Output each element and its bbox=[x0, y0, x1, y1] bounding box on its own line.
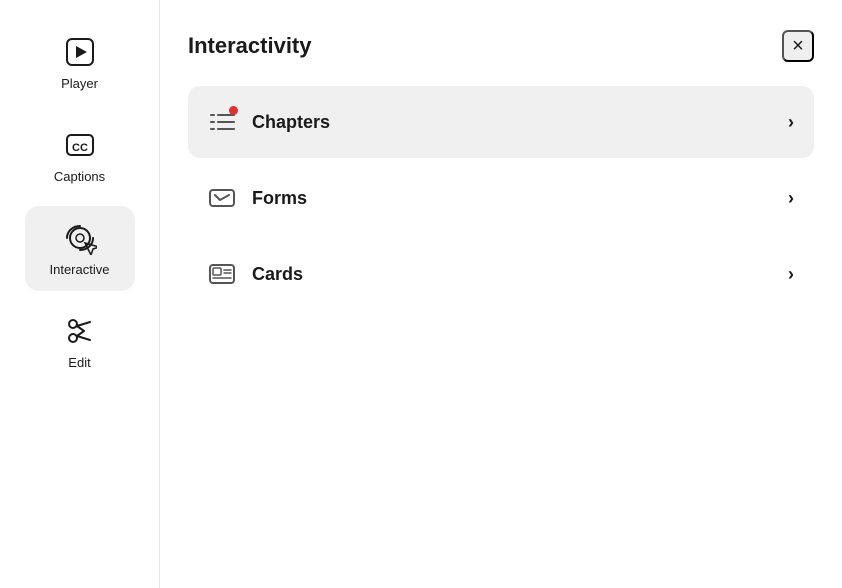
menu-item-forms[interactable]: Forms › bbox=[188, 162, 814, 234]
svg-text:CC: CC bbox=[72, 142, 88, 154]
forms-chevron: › bbox=[788, 188, 794, 209]
interactive-icon bbox=[62, 220, 98, 256]
cards-label: Cards bbox=[252, 264, 303, 285]
chapters-notification-dot bbox=[229, 106, 238, 115]
cards-chevron: › bbox=[788, 264, 794, 285]
panel-header: Interactivity × bbox=[188, 30, 814, 62]
menu-item-cards[interactable]: Cards › bbox=[188, 238, 814, 310]
edit-icon bbox=[62, 313, 98, 349]
sidebar-item-edit[interactable]: Edit bbox=[25, 299, 135, 384]
sidebar-item-captions-label: Captions bbox=[54, 169, 105, 184]
close-button[interactable]: × bbox=[782, 30, 814, 62]
forms-label: Forms bbox=[252, 188, 307, 209]
cards-left: Cards bbox=[208, 260, 303, 288]
forms-left: Forms bbox=[208, 184, 307, 212]
player-icon bbox=[62, 34, 98, 70]
chapters-label: Chapters bbox=[252, 112, 330, 133]
forms-icon bbox=[208, 184, 236, 212]
menu-list: Chapters › Forms › bbox=[188, 86, 814, 314]
captions-icon: CC bbox=[62, 127, 98, 163]
chapters-icon bbox=[208, 108, 236, 136]
main-panel: Interactivity × Chapters bbox=[160, 0, 842, 588]
cards-icon bbox=[208, 260, 236, 288]
sidebar-item-player[interactable]: Player bbox=[25, 20, 135, 105]
sidebar-item-edit-label: Edit bbox=[68, 355, 90, 370]
sidebar-item-captions[interactable]: CC Captions bbox=[25, 113, 135, 198]
sidebar: Player CC Captions Interactive bbox=[0, 0, 160, 588]
panel-title: Interactivity bbox=[188, 33, 312, 59]
sidebar-item-interactive-label: Interactive bbox=[50, 262, 110, 277]
sidebar-item-player-label: Player bbox=[61, 76, 98, 91]
chapters-chevron: › bbox=[788, 112, 794, 133]
chapters-left: Chapters bbox=[208, 108, 330, 136]
sidebar-item-interactive[interactable]: Interactive bbox=[25, 206, 135, 291]
menu-item-chapters[interactable]: Chapters › bbox=[188, 86, 814, 158]
